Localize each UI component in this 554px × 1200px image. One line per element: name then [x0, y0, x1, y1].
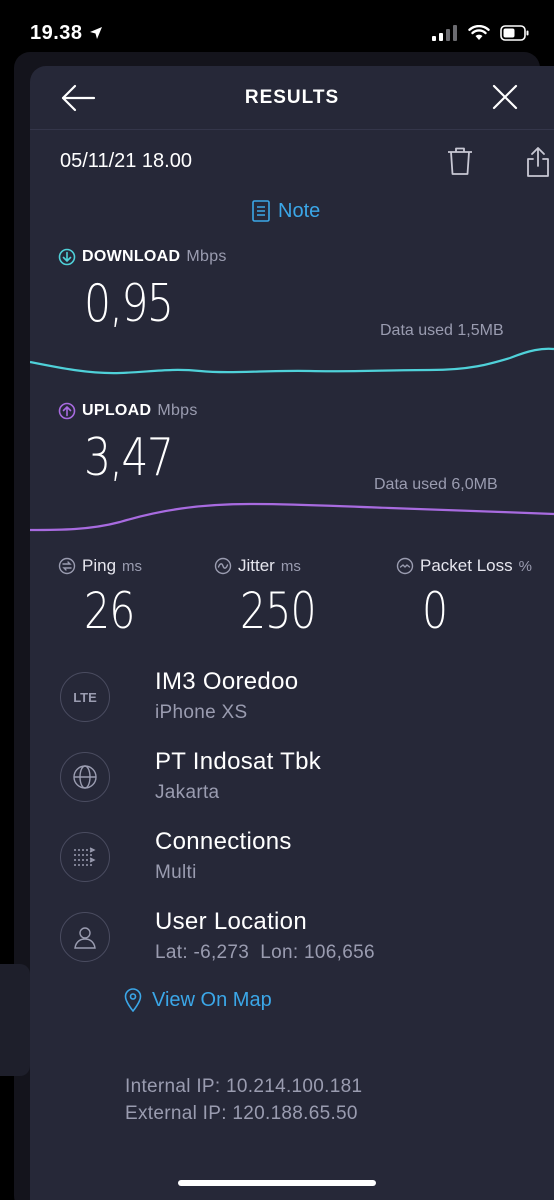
map-pin-icon: [124, 988, 142, 1012]
result-datetime: 05/11/21 18.00: [60, 150, 192, 172]
note-icon: [252, 200, 270, 222]
background-tab: [0, 964, 30, 1076]
download-label-group: DOWNLOAD Mbps: [58, 248, 227, 266]
note-label: Note: [278, 199, 321, 222]
download-graph: [30, 347, 554, 375]
provider-device: iPhone XS: [155, 702, 248, 723]
upload-label-group: UPLOAD Mbps: [58, 402, 198, 420]
view-on-map-label: View On Map: [152, 988, 272, 1011]
connections-icon: [60, 832, 110, 882]
download-unit: Mbps: [186, 248, 227, 265]
download-arrow-icon: [58, 248, 76, 266]
server-title: PT Indosat Tbk: [155, 748, 322, 775]
user-icon-glyph: [74, 927, 96, 949]
upload-label: UPLOAD: [82, 402, 152, 419]
download-label: DOWNLOAD: [82, 248, 181, 265]
ping-label-group: Ping ms: [58, 556, 146, 576]
share-icon[interactable]: [524, 146, 552, 178]
external-ip: External IP: 120.188.65.50: [125, 1103, 358, 1124]
home-indicator[interactable]: [178, 1180, 376, 1186]
ping-value: 26: [84, 582, 135, 640]
trash-icon[interactable]: [446, 146, 474, 176]
status-time: 19.38: [30, 21, 83, 44]
result-date-row: 05/11/21 18.00: [60, 146, 549, 180]
ping-label: Ping: [82, 556, 117, 575]
jitter-metric: Jitter ms 250: [214, 556, 332, 640]
location-arrow-icon: [89, 27, 102, 39]
user-location-coords: Lat: -6,273 Lon: 106,656: [155, 942, 375, 963]
ping-icon: [58, 557, 76, 575]
packet-loss-label: Packet Loss: [420, 556, 513, 575]
user-location-row: User Location Lat: -6,273 Lon: 106,656: [60, 908, 530, 968]
page-title: RESULTS: [244, 86, 340, 108]
status-indicators: [432, 25, 530, 41]
back-arrow-icon[interactable]: [60, 82, 96, 114]
download-data-used: Data used 1,5MB: [380, 322, 504, 339]
results-header: RESULTS: [30, 66, 554, 130]
globe-icon: [60, 752, 110, 802]
provider-title: IM3 Ooredoo: [155, 668, 299, 695]
jitter-label-group: Jitter ms: [214, 556, 332, 576]
server-row: PT Indosat Tbk Jakarta: [60, 748, 530, 808]
jitter-unit: ms: [280, 557, 301, 575]
connections-mode: Multi: [155, 862, 197, 883]
globe-icon-glyph: [73, 765, 97, 789]
upload-value: 3,47: [84, 428, 174, 488]
connections-title: Connections: [155, 828, 292, 855]
packet-loss-unit: %: [518, 557, 532, 575]
signal-icon: [432, 25, 457, 41]
wifi-icon: [468, 25, 490, 40]
packet-loss-label-group: Packet Loss %: [396, 556, 532, 576]
packet-loss-metric: Packet Loss % 0: [396, 556, 532, 640]
provider-row: LTE IM3 Ooredoo iPhone XS: [60, 668, 530, 728]
close-icon[interactable]: [490, 82, 520, 112]
jitter-value: 250: [240, 582, 317, 640]
connections-icon-glyph: [74, 847, 96, 866]
connections-row: Connections Multi: [60, 828, 530, 888]
ping-unit: ms: [122, 557, 143, 575]
status-bar: 19.38: [0, 0, 554, 66]
packet-loss-icon: [396, 557, 414, 575]
user-icon: [60, 912, 110, 962]
lte-icon-label: LTE: [73, 689, 97, 705]
user-location-title: User Location: [155, 908, 307, 935]
server-city: Jakarta: [155, 782, 220, 803]
results-card: RESULTS 05/11/21 18.00 Note DOWNLOAD Mbp…: [30, 66, 554, 1200]
ping-metric: Ping ms 26: [58, 556, 146, 640]
download-value: 0,95: [84, 274, 174, 334]
jitter-icon: [214, 557, 232, 575]
view-on-map-link[interactable]: View On Map: [124, 988, 272, 1012]
jitter-label: Jitter: [238, 556, 275, 575]
battery-icon: [500, 25, 529, 41]
status-time-group: 19.38: [30, 22, 103, 45]
upload-graph: [30, 502, 554, 532]
upload-arrow-icon: [58, 402, 76, 420]
packet-loss-value: 0: [422, 582, 448, 640]
upload-unit: Mbps: [157, 402, 198, 419]
lte-icon: LTE: [60, 672, 110, 722]
note-button[interactable]: Note: [252, 198, 320, 224]
internal-ip: Internal IP: 10.214.100.181: [125, 1076, 363, 1097]
